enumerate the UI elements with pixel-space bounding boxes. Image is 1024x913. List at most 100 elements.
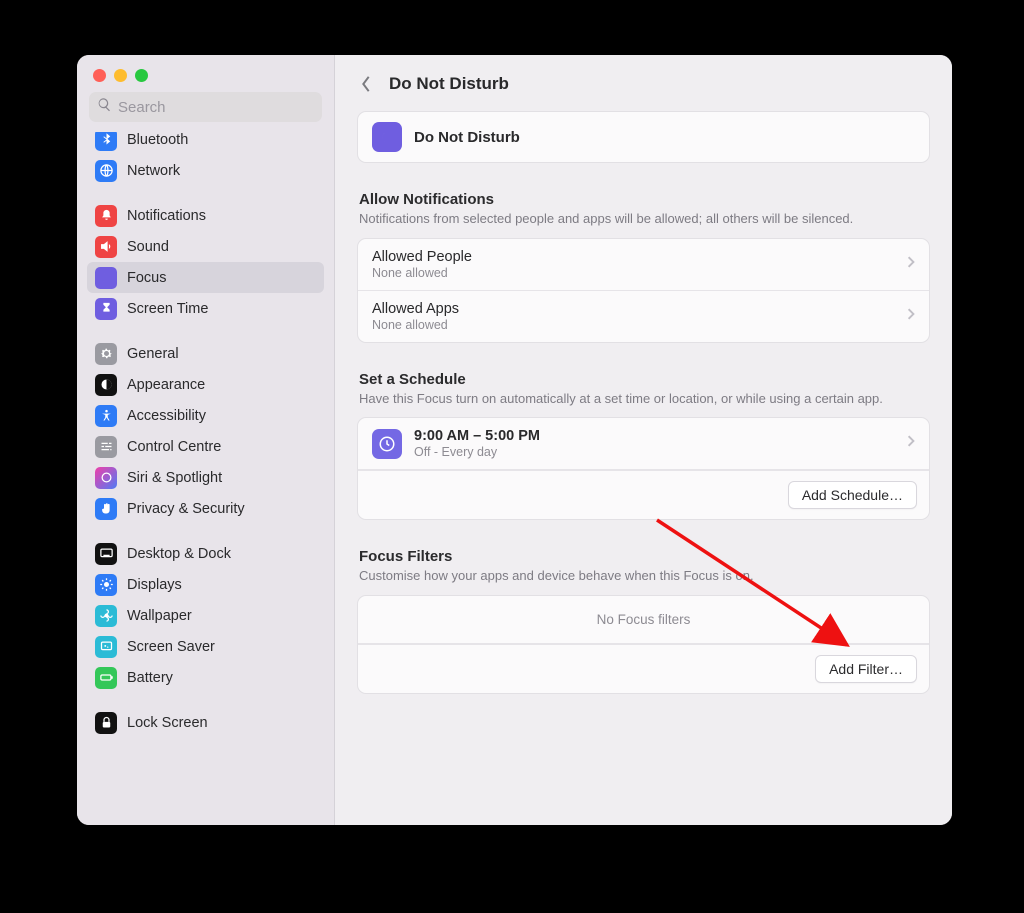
sidebar-item-privacy-security[interactable]: Privacy & Security (87, 493, 324, 524)
sidebar-item-appearance[interactable]: Appearance (87, 369, 324, 400)
minimize-window-button[interactable] (114, 69, 127, 82)
main-panel: Do Not Disturb Do Not Disturb Allow Noti… (335, 55, 952, 825)
filters-card: No Focus filters Add Filter… (357, 595, 930, 694)
sidebar-item-control-centre[interactable]: Control Centre (87, 431, 324, 462)
sidebar-item-wallpaper[interactable]: Wallpaper (87, 600, 324, 631)
back-button[interactable] (355, 73, 377, 95)
sidebar-item-label: Screen Time (127, 301, 208, 317)
sidebar-item-label: Lock Screen (127, 715, 208, 731)
appearance-icon (95, 374, 117, 396)
sidebar-item-label: Accessibility (127, 408, 206, 424)
content: Do Not Disturb Allow Notifications Notif… (335, 105, 952, 825)
lock-icon (95, 712, 117, 734)
schedule-detail: Off - Every day (414, 445, 895, 459)
section-subtitle: Notifications from selected people and a… (359, 210, 928, 228)
allowed-people-row[interactable]: Allowed People None allowed (358, 239, 929, 291)
accessibility-icon (95, 405, 117, 427)
sidebar-item-label: Siri & Spotlight (127, 470, 222, 486)
moon-icon (372, 122, 402, 152)
sidebar-item-sound[interactable]: Sound (87, 231, 324, 262)
row-title: Allowed Apps (372, 301, 459, 317)
brightness-icon (95, 574, 117, 596)
bell-icon (95, 205, 117, 227)
sidebar-item-accessibility[interactable]: Accessibility (87, 400, 324, 431)
sidebar-item-label: Network (127, 163, 180, 179)
schedule-time: 9:00 AM – 5:00 PM (414, 428, 895, 444)
add-filter-button[interactable]: Add Filter… (815, 655, 917, 683)
add-schedule-button[interactable]: Add Schedule… (788, 481, 917, 509)
screensaver-icon (95, 636, 117, 658)
sidebar-item-label: Control Centre (127, 439, 221, 455)
sidebar-item-notifications[interactable]: Notifications (87, 200, 324, 231)
close-window-button[interactable] (93, 69, 106, 82)
titlebar: Do Not Disturb (335, 55, 952, 105)
row-subtitle: None allowed (372, 266, 472, 280)
sidebar-item-lock-screen[interactable]: Lock Screen (87, 707, 324, 738)
zoom-window-button[interactable] (135, 69, 148, 82)
clock-icon (372, 429, 402, 459)
globe-icon (95, 160, 117, 182)
section-subtitle: Customise how your apps and device behav… (359, 567, 928, 585)
chevron-right-icon (907, 255, 915, 274)
gear-icon (95, 343, 117, 365)
focus-hero-label: Do Not Disturb (414, 129, 520, 146)
sidebar-list: Bluetooth Network Notifications Sound (77, 132, 334, 752)
dock-icon (95, 543, 117, 565)
chevron-right-icon (907, 307, 915, 326)
sidebar-item-label: Notifications (127, 208, 206, 224)
sidebar-item-label: Bluetooth (127, 132, 188, 148)
sidebar-item-label: Displays (127, 577, 182, 593)
chevron-right-icon (907, 434, 915, 453)
battery-icon (95, 667, 117, 689)
section-title: Focus Filters (359, 548, 928, 565)
sidebar-item-screen-time[interactable]: Screen Time (87, 293, 324, 324)
allow-list: Allowed People None allowed Allowed Apps… (357, 238, 930, 343)
search-icon (97, 97, 112, 117)
sliders-icon (95, 436, 117, 458)
sidebar-item-general[interactable]: General (87, 338, 324, 369)
bluetooth-icon (95, 132, 117, 151)
sidebar-item-label: Wallpaper (127, 608, 192, 624)
row-title: Allowed People (372, 249, 472, 265)
sidebar-item-label: General (127, 346, 179, 362)
settings-window: Bluetooth Network Notifications Sound (77, 55, 952, 825)
hand-icon (95, 498, 117, 520)
search-input[interactable] (118, 99, 314, 116)
sidebar-item-label: Appearance (127, 377, 205, 393)
sidebar-item-label: Desktop & Dock (127, 546, 231, 562)
row-subtitle: None allowed (372, 318, 459, 332)
sidebar-item-label: Sound (127, 239, 169, 255)
page-title: Do Not Disturb (389, 74, 509, 94)
sidebar-item-label: Screen Saver (127, 639, 215, 655)
schedule-row[interactable]: 9:00 AM – 5:00 PM Off - Every day (358, 418, 929, 470)
flower-icon (95, 605, 117, 627)
sidebar: Bluetooth Network Notifications Sound (77, 55, 335, 825)
moon-icon (95, 267, 117, 289)
schedule-card: 9:00 AM – 5:00 PM Off - Every day Add Sc… (357, 417, 930, 520)
sidebar-item-bluetooth[interactable]: Bluetooth (87, 132, 324, 155)
sidebar-item-label: Battery (127, 670, 173, 686)
section-title: Allow Notifications (359, 191, 928, 208)
sidebar-item-siri-spotlight[interactable]: Siri & Spotlight (87, 462, 324, 493)
allowed-apps-row[interactable]: Allowed Apps None allowed (358, 291, 929, 342)
focus-hero-row[interactable]: Do Not Disturb (357, 111, 930, 163)
allow-notifications-section: Allow Notifications Notifications from s… (357, 191, 930, 343)
section-title: Set a Schedule (359, 371, 928, 388)
sidebar-item-desktop-dock[interactable]: Desktop & Dock (87, 538, 324, 569)
siri-icon (95, 467, 117, 489)
sidebar-item-network[interactable]: Network (87, 155, 324, 186)
sidebar-item-label: Privacy & Security (127, 501, 245, 517)
sidebar-item-focus[interactable]: Focus (87, 262, 324, 293)
schedule-section: Set a Schedule Have this Focus turn on a… (357, 371, 930, 521)
hourglass-icon (95, 298, 117, 320)
sidebar-item-screen-saver[interactable]: Screen Saver (87, 631, 324, 662)
filters-empty-label: No Focus filters (358, 596, 929, 644)
sidebar-item-battery[interactable]: Battery (87, 662, 324, 693)
sidebar-item-label: Focus (127, 270, 167, 286)
focus-filters-section: Focus Filters Customise how your apps an… (357, 548, 930, 694)
window-controls (77, 55, 334, 92)
section-subtitle: Have this Focus turn on automatically at… (359, 390, 928, 408)
search-field[interactable] (89, 92, 322, 122)
sidebar-item-displays[interactable]: Displays (87, 569, 324, 600)
speaker-icon (95, 236, 117, 258)
